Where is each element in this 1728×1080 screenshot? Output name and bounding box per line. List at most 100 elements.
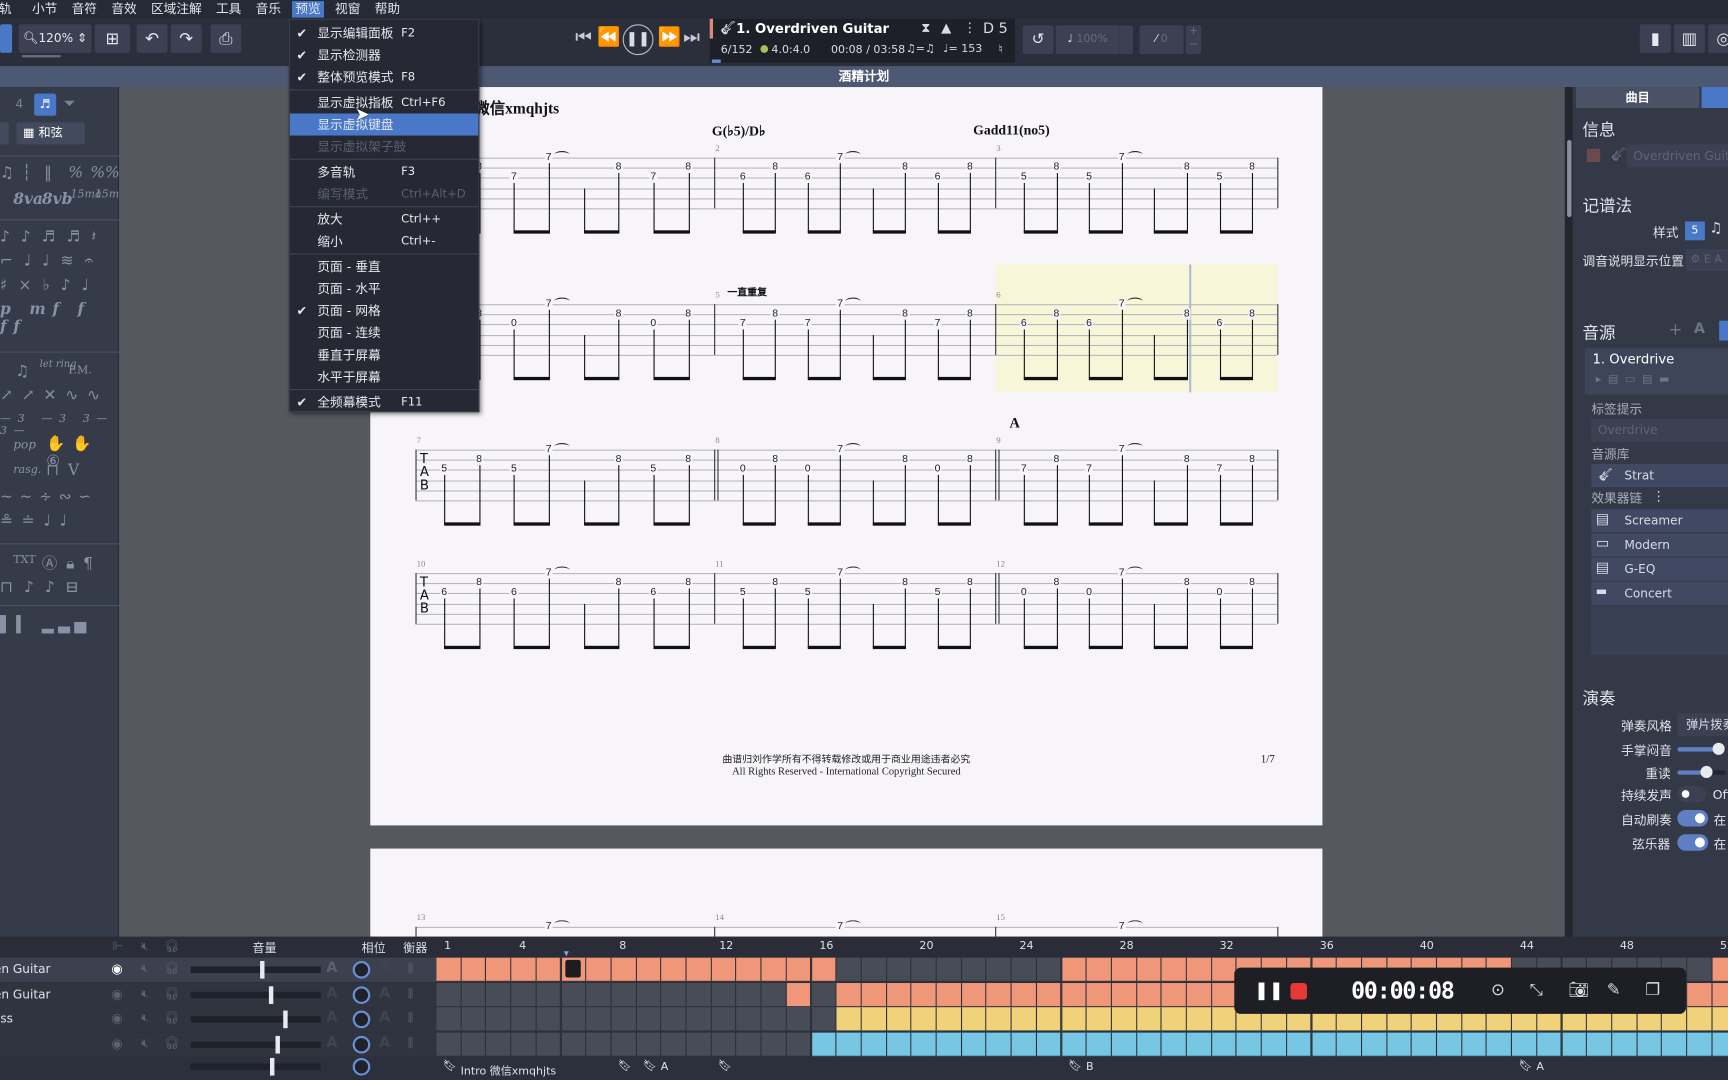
tempo-display[interactable]: ♩= 153 — [943, 43, 982, 55]
menu-item[interactable]: 页面 - 水平 — [290, 278, 478, 300]
timeline-cell[interactable] — [886, 957, 912, 982]
mute-all-icon[interactable]: 🔇︎ — [141, 939, 149, 954]
timeline-cell[interactable] — [561, 982, 587, 1007]
region-capture-icon[interactable]: ⊙ — [1491, 980, 1505, 1000]
timeline-cell[interactable] — [661, 1032, 687, 1057]
sustain-toggle[interactable] — [1677, 785, 1706, 803]
timeline-cell[interactable] — [511, 1032, 537, 1057]
solo-icon[interactable]: 🎧︎ — [164, 986, 179, 1000]
scrollbar-thumb[interactable] — [1567, 139, 1572, 218]
solo-all-icon[interactable]: 🎧︎ — [164, 939, 179, 953]
menu-item[interactable]: 页面 - 连续 — [290, 322, 478, 344]
timeline-cell[interactable] — [1161, 1032, 1187, 1057]
pen-icon[interactable]: ✎ — [1607, 980, 1621, 1000]
timeline-cell[interactable] — [1136, 982, 1162, 1007]
timeline-cell[interactable] — [1211, 982, 1237, 1007]
solo-icon[interactable]: 🎧︎ — [164, 1035, 179, 1049]
bank-select[interactable]: 🎸︎ Strat — [1591, 463, 1728, 488]
timeline-cell[interactable] — [986, 1032, 1012, 1057]
bookmark-icon[interactable]: 🔖︎ — [718, 1060, 732, 1072]
automation-icon[interactable]: A — [326, 985, 337, 1002]
window-icon[interactable]: ❐ — [1645, 980, 1660, 1000]
timeline-cell[interactable] — [836, 982, 862, 1007]
timeline-cell[interactable] — [736, 1007, 762, 1032]
timeline-cell[interactable] — [1136, 1007, 1162, 1032]
ruler-label[interactable]: 32 — [1220, 940, 1234, 952]
track-name[interactable]: Overdriven Guitar — [0, 987, 51, 1001]
timeline-cell[interactable] — [761, 957, 787, 982]
track-name[interactable]: Overdriven Guitar — [0, 962, 51, 976]
solo-icon[interactable]: 🎧︎ — [164, 1011, 179, 1025]
timeline-cell[interactable] — [536, 957, 562, 982]
menu-item[interactable]: ✔ 显示检测器 — [290, 44, 478, 66]
mute-icon[interactable]: 🔇︎ — [141, 1035, 149, 1050]
menu-track[interactable]: 轨 — [0, 1, 15, 18]
timeline-cell[interactable] — [961, 1032, 987, 1057]
timeline-cell[interactable] — [1136, 957, 1162, 982]
timeline-cell[interactable] — [636, 982, 662, 1007]
fx-item[interactable]: ▭ Modern — [1591, 533, 1728, 557]
vibrato-icons[interactable]: ∼∼∻∾∽ — [0, 488, 98, 506]
volume-slider[interactable] — [190, 1010, 321, 1029]
repeat-two-bars-icon[interactable]: %% — [90, 164, 119, 182]
timeline-cell[interactable] — [1261, 1032, 1287, 1057]
timeline-cell[interactable] — [511, 982, 537, 1007]
timeline-cell[interactable] — [586, 957, 612, 982]
timeline-cell[interactable] — [936, 982, 962, 1007]
timeline-cell[interactable] — [861, 982, 887, 1007]
menu-item[interactable]: 多音轨 F3 — [290, 161, 478, 183]
timeline-cell[interactable] — [911, 1007, 937, 1032]
automation-icon[interactable]: A — [379, 985, 390, 1002]
timeline-cell[interactable] — [1712, 1032, 1728, 1057]
timeline-cell[interactable] — [1587, 1032, 1613, 1057]
sound-item[interactable]: 1. Overdrive ▸▤▭▤▬ — [1584, 348, 1728, 395]
transpose-field[interactable]: ⁄ 0 — [1139, 25, 1184, 54]
timeline-cell[interactable] — [961, 1007, 987, 1032]
timeline-cell[interactable] — [561, 1032, 587, 1057]
timeline-cell[interactable] — [586, 1032, 612, 1057]
timeline-cell[interactable] — [936, 1007, 962, 1032]
timeline-cell[interactable] — [1011, 982, 1037, 1007]
tab-notation-toggle[interactable]: ♬ — [34, 93, 57, 116]
ruler-label[interactable]: 12 — [719, 940, 733, 952]
menu-sound[interactable]: 音乐 — [252, 1, 284, 18]
ruler-label[interactable]: 1 — [444, 940, 451, 952]
timeline-cell[interactable] — [886, 982, 912, 1007]
pan-knob[interactable] — [352, 985, 371, 1004]
timeline-cell[interactable] — [1086, 957, 1112, 982]
sound-view-button[interactable] — [1719, 320, 1728, 341]
ruler-label[interactable]: 16 — [819, 940, 833, 952]
zoom-slider[interactable] — [22, 55, 61, 58]
bookmark-icon[interactable]: 🔖︎ — [618, 1060, 632, 1072]
equalizer-icon[interactable]: ⫼ — [408, 1035, 414, 1050]
bookmark-icon[interactable]: 🔖︎ — [643, 1060, 657, 1072]
timeline-cell[interactable] — [761, 1032, 787, 1057]
timeline-cell[interactable] — [1036, 957, 1062, 982]
timeline-cell[interactable] — [961, 982, 987, 1007]
menu-window[interactable]: 视窗 — [332, 1, 364, 18]
master-pan-knob[interactable] — [352, 1057, 371, 1076]
countdown-icon[interactable]: ⧗ — [921, 20, 930, 37]
drum-view-button[interactable]: ◎ — [1708, 24, 1728, 53]
volume-handle[interactable] — [269, 985, 274, 1004]
timeline-cell[interactable] — [1612, 1032, 1638, 1057]
volume-handle[interactable] — [270, 1057, 275, 1076]
menu-item[interactable]: 显示虚拟键盘 — [289, 113, 479, 136]
first-bar-icon[interactable]: ⏮ — [575, 26, 592, 48]
menu-item[interactable]: 页面 - 垂直 — [290, 256, 478, 278]
swing-display[interactable]: ♫=♫ — [906, 43, 935, 55]
menu-help[interactable]: 帮助 — [371, 1, 403, 18]
timeline-cell[interactable] — [986, 957, 1012, 982]
ruler-label[interactable]: 4 — [519, 940, 526, 952]
tag-field[interactable]: Overdrive — [1591, 418, 1728, 442]
fx-item[interactable]: ▤ Screamer — [1591, 509, 1728, 533]
timeline-cell[interactable] — [1036, 982, 1062, 1007]
timeline-cell[interactable] — [1311, 1032, 1337, 1057]
pause-recording-icon[interactable]: ❚❚ — [1254, 980, 1284, 1001]
timeline-cell[interactable] — [636, 1032, 662, 1057]
equalizer-icon[interactable]: ⫼ — [408, 1011, 414, 1026]
eye-icon[interactable]: ◉ — [111, 1011, 123, 1026]
timeline-cell[interactable] — [636, 957, 662, 982]
menu-note[interactable]: 音符 — [68, 1, 100, 18]
track-title[interactable]: 1. Overdriven Guitar — [736, 21, 889, 36]
